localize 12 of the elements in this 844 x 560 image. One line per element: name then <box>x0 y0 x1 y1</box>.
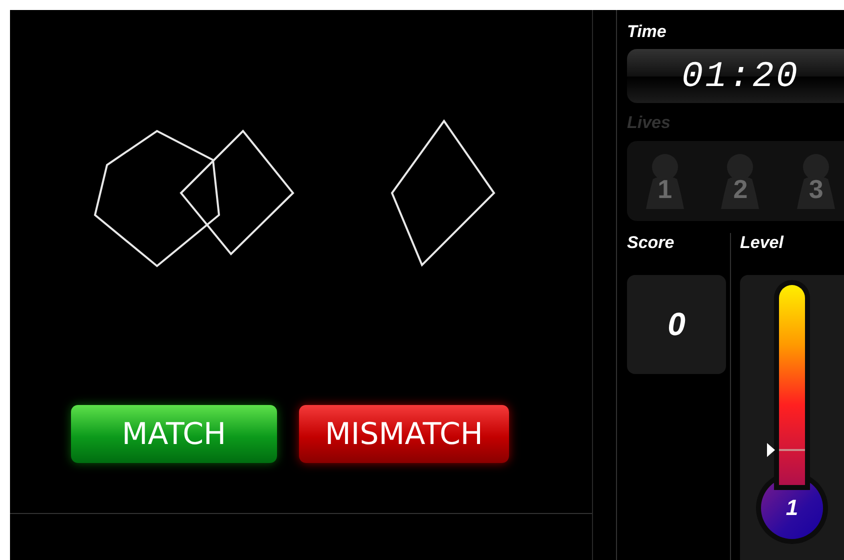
score-display: 0 <box>627 275 726 374</box>
life-token: 2 <box>720 153 760 209</box>
life-token: 1 <box>644 153 685 209</box>
answer-button[interactable]: MISMATCH <box>299 405 509 463</box>
answer-button[interactable]: MATCH <box>71 405 277 463</box>
level-label: Level <box>740 233 785 254</box>
marker-icon <box>767 443 775 457</box>
life-token: 3 <box>796 153 836 209</box>
time-label: Time <box>627 22 668 43</box>
level-value: 1 <box>761 477 823 539</box>
timer-display: 01:20 <box>627 49 844 103</box>
score-label: Score <box>627 233 676 254</box>
